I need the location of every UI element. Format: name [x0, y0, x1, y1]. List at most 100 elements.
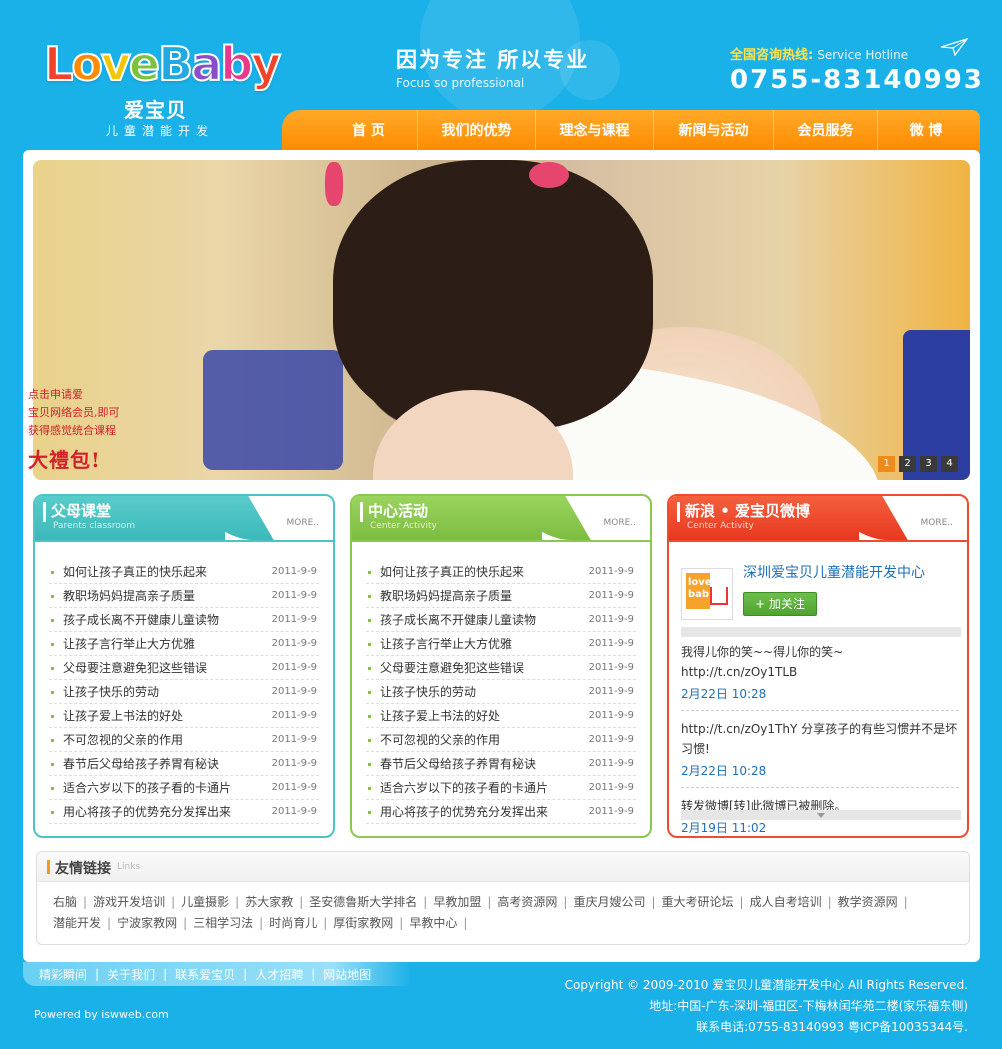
list-item[interactable]: 不可忽视的父亲的作用 2011-9-9	[366, 728, 636, 752]
friend-link[interactable]: 时尚育儿	[269, 916, 317, 930]
nav-member-services[interactable]: 会员服务	[774, 110, 878, 152]
friend-link[interactable]: 宁波家教网	[117, 916, 177, 930]
list-item[interactable]: 让孩子爱上书法的好处 2011-9-9	[366, 704, 636, 728]
list-item-date: 2011-9-9	[588, 638, 634, 649]
list-item[interactable]: 父母要注意避免犯这些错误 2011-9-9	[366, 656, 636, 680]
list-item[interactable]: 让孩子言行举止大方优雅 2011-9-9	[49, 632, 319, 656]
post-time[interactable]: 2月22日 10:28	[681, 684, 959, 704]
friend-link[interactable]: 三相学习法	[193, 916, 253, 930]
friend-link[interactable]: 早教加盟	[433, 895, 481, 909]
weibo-avatar[interactable]: love baby	[681, 568, 733, 620]
list-item-title[interactable]: 适合六岁以下的孩子看的卡通片	[63, 781, 231, 795]
list-item-title[interactable]: 如何让孩子真正的快乐起来	[63, 565, 207, 579]
nav-news-events[interactable]: 新闻与活动	[654, 110, 774, 152]
list-item[interactable]: 用心将孩子的优势充分发挥出来 2011-9-9	[366, 800, 636, 824]
list-item[interactable]: 适合六岁以下的孩子看的卡通片 2011-9-9	[49, 776, 319, 800]
weibo-scrollbar-top[interactable]	[681, 627, 961, 637]
list-item-title[interactable]: 让孩子快乐的劳动	[63, 685, 159, 699]
list-item[interactable]: 春节后父母给孩子养胃有秘诀 2011-9-9	[366, 752, 636, 776]
banner-page-button[interactable]: 3	[920, 456, 937, 472]
friend-link[interactable]: 早教中心	[409, 916, 457, 930]
list-item[interactable]: 不可忽视的父亲的作用 2011-9-9	[49, 728, 319, 752]
nav-home[interactable]: 首 页	[320, 110, 418, 152]
banner-page-button[interactable]: 4	[941, 456, 958, 472]
logo-subtitle: 儿童潜能开发	[106, 124, 215, 138]
more-link[interactable]: MORE..	[603, 518, 636, 528]
friend-link[interactable]: 右脑	[53, 895, 77, 909]
more-link[interactable]: MORE..	[286, 518, 319, 528]
hair-bow-shape	[529, 162, 569, 188]
friend-link[interactable]: 圣安德鲁斯大学排名	[309, 895, 417, 909]
list-item-title[interactable]: 适合六岁以下的孩子看的卡通片	[380, 781, 548, 795]
list-item-title[interactable]: 教职场妈妈提高亲子质量	[380, 589, 512, 603]
weibo-account-name[interactable]: 深圳爱宝贝儿童潜能开发中心	[743, 562, 925, 582]
friend-link[interactable]: 高考资源网	[497, 895, 557, 909]
footer-separator: |	[95, 967, 100, 981]
list-item[interactable]: 适合六岁以下的孩子看的卡通片 2011-9-9	[366, 776, 636, 800]
list-item[interactable]: 用心将孩子的优势充分发挥出来 2011-9-9	[49, 800, 319, 824]
list-item-title[interactable]: 父母要注意避免犯这些错误	[380, 661, 524, 675]
list-item[interactable]: 孩子成长离不开健康儿童读物 2011-9-9	[49, 608, 319, 632]
footer-link[interactable]: 精彩瞬间	[39, 966, 87, 983]
box-header: 中心活动 Center Activity MORE..	[352, 496, 650, 540]
logo-letter: v	[100, 37, 132, 91]
list-item-title[interactable]: 孩子成长离不开健康儿童读物	[380, 613, 536, 627]
list-item[interactable]: 让孩子快乐的劳动 2011-9-9	[49, 680, 319, 704]
list-item-title[interactable]: 孩子成长离不开健康儿童读物	[63, 613, 219, 627]
nav-philosophy-courses[interactable]: 理念与课程	[536, 110, 654, 152]
friend-link[interactable]: 厚街家教网	[333, 916, 393, 930]
friend-link[interactable]: 重大考研论坛	[662, 895, 734, 909]
list-item[interactable]: 父母要注意避免犯这些错误 2011-9-9	[49, 656, 319, 680]
list-item-date: 2011-9-9	[588, 614, 634, 625]
powered-by[interactable]: Powered by iswweb.com	[34, 1008, 169, 1021]
footer-link[interactable]: 联系爱宝贝	[175, 966, 235, 983]
list-item-title[interactable]: 让孩子爱上书法的好处	[380, 709, 500, 723]
friend-link[interactable]: 游戏开发培训	[93, 895, 165, 909]
nav-advantages[interactable]: 我们的优势	[418, 110, 536, 152]
friend-link[interactable]: 成人自考培训	[750, 895, 822, 909]
list-item-title[interactable]: 父母要注意避免犯这些错误	[63, 661, 207, 675]
list-item[interactable]: 让孩子爱上书法的好处 2011-9-9	[49, 704, 319, 728]
friend-link[interactable]: 重庆月嫂公司	[573, 895, 645, 909]
list-item[interactable]: 教职场妈妈提高亲子质量 2011-9-9	[366, 584, 636, 608]
site-logo[interactable]: LoveBaby 爱宝贝 儿童潜能开发	[43, 37, 282, 138]
post-time[interactable]: 2月22日 10:28	[681, 761, 959, 781]
list-item[interactable]: 教职场妈妈提高亲子质量 2011-9-9	[49, 584, 319, 608]
list-item[interactable]: 孩子成长离不开健康儿童读物 2011-9-9	[366, 608, 636, 632]
list-item-date: 2011-9-9	[271, 614, 317, 625]
list-item-title[interactable]: 让孩子言行举止大方优雅	[380, 637, 512, 651]
more-link[interactable]: MORE..	[920, 518, 953, 528]
list-item-title[interactable]: 让孩子爱上书法的好处	[63, 709, 183, 723]
nav-weibo[interactable]: 微 博	[878, 110, 974, 152]
list-item[interactable]: 如何让孩子真正的快乐起来 2011-9-9	[49, 560, 319, 584]
friend-link[interactable]: 教学资源网	[838, 895, 898, 909]
footer-link[interactable]: 关于我们	[107, 966, 155, 983]
list-item-title[interactable]: 不可忽视的父亲的作用	[63, 733, 183, 747]
list-item[interactable]: 让孩子言行举止大方优雅 2011-9-9	[366, 632, 636, 656]
list-item-title[interactable]: 教职场妈妈提高亲子质量	[63, 589, 195, 603]
friend-link[interactable]: 儿童摄影	[181, 895, 229, 909]
banner-page-button[interactable]: 1	[878, 456, 895, 472]
list-item-title[interactable]: 让孩子快乐的劳动	[380, 685, 476, 699]
list-item-title[interactable]: 用心将孩子的优势充分发挥出来	[380, 805, 548, 819]
footer-link[interactable]: 网站地图	[323, 966, 371, 983]
list-item-title[interactable]: 不可忽视的父亲的作用	[380, 733, 500, 747]
list-item-title[interactable]: 让孩子言行举止大方优雅	[63, 637, 195, 651]
list-item-title[interactable]: 用心将孩子的优势充分发挥出来	[63, 805, 231, 819]
list-item-title[interactable]: 如何让孩子真正的快乐起来	[380, 565, 524, 579]
list-item-title[interactable]: 春节后父母给孩子养胃有秘诀	[380, 757, 536, 771]
follow-button[interactable]: + 加关注	[743, 592, 817, 616]
list-item[interactable]: 让孩子快乐的劳动 2011-9-9	[366, 680, 636, 704]
friend-link[interactable]: 苏大家教	[245, 895, 293, 909]
hero-banner[interactable]: 1234	[33, 160, 970, 480]
banner-page-button[interactable]: 2	[899, 456, 916, 472]
list-item-title[interactable]: 春节后父母给孩子养胃有秘诀	[63, 757, 219, 771]
list-item[interactable]: 如何让孩子真正的快乐起来 2011-9-9	[366, 560, 636, 584]
member-promo[interactable]: 点击申请爱 宝贝网络会员,即可 获得感觉统合课程 大禮包!	[28, 386, 138, 473]
list-item-date: 2011-9-9	[588, 566, 634, 577]
weibo-scroll-down[interactable]	[681, 810, 961, 820]
footer-separator: |	[311, 967, 316, 981]
friend-link[interactable]: 潜能开发	[53, 916, 101, 930]
list-item[interactable]: 春节后父母给孩子养胃有秘诀 2011-9-9	[49, 752, 319, 776]
footer-link[interactable]: 人才招聘	[255, 966, 303, 983]
